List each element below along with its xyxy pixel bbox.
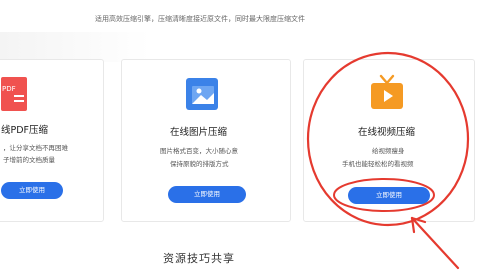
card-desc-line: 图片格式百变，大小随心意: [160, 147, 238, 155]
card-title: 在线图片压缩: [170, 127, 228, 138]
page-tagline: 适用高效压缩引擎，压缩清晰度接近原文件，同时最大限度压缩文件: [95, 15, 305, 23]
image-use-button[interactable]: 立即使用: [168, 186, 246, 203]
card-desc-line: 子增前的文档质量: [3, 156, 55, 164]
annotation-arrow-shaft: [410, 216, 460, 270]
card-title: 在线视频压缩: [358, 127, 416, 138]
card-desc-line: 保持原貌的排版方式: [170, 160, 229, 168]
pdf-icon: PDF: [1, 77, 27, 111]
card-desc-line: 手机也能轻松松的看视频: [342, 160, 414, 168]
pdf-use-button[interactable]: 立即使用: [1, 182, 63, 199]
video-tv-icon: [371, 74, 403, 109]
pdf-icon-text: PDF: [2, 85, 16, 93]
video-compress-card[interactable]: 在线视频压缩 给视频瘦身 手机也能轻松松的看视频 立即使用: [303, 59, 475, 222]
decorative-band: [0, 32, 150, 62]
pdf-compress-card[interactable]: PDF 线PDF压缩 ，让分享文档不再困难 子增前的文档质量 立即使用: [0, 59, 104, 222]
section-title: 资源技巧共享: [163, 252, 235, 265]
image-compress-card[interactable]: 在线图片压缩 图片格式百变，大小随心意 保持原貌的排版方式 立即使用: [121, 59, 291, 222]
card-desc-line: ，让分享文档不再困难: [3, 144, 68, 152]
video-use-button[interactable]: 立即使用: [348, 187, 430, 204]
card-title: 线PDF压缩: [1, 125, 49, 136]
card-desc-line: 给视频瘦身: [372, 147, 405, 155]
image-icon: [186, 78, 218, 110]
